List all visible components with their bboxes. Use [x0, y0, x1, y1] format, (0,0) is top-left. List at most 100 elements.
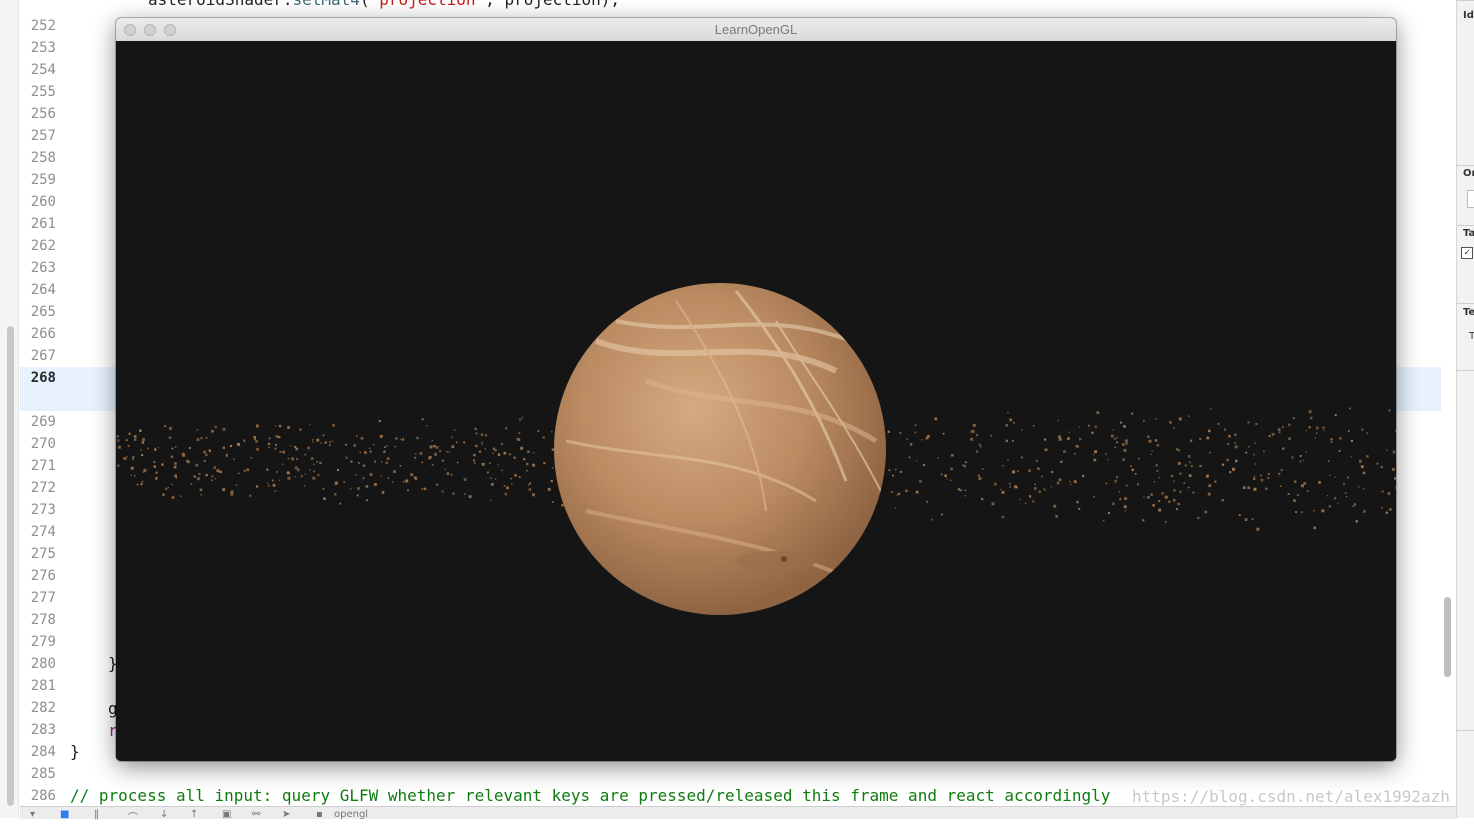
line-number-275[interactable]: 275 — [31, 543, 56, 565]
asteroid — [1350, 440, 1353, 443]
step-out-icon[interactable]: ↑ — [190, 809, 198, 820]
asteroid — [1189, 461, 1191, 464]
asteroid — [518, 432, 521, 434]
inspector-field[interactable] — [1467, 190, 1474, 208]
asteroid — [1070, 483, 1072, 486]
left-scrollbar-thumb[interactable] — [7, 326, 14, 806]
line-number-272[interactable]: 272 — [31, 477, 56, 499]
pause-icon[interactable]: ‖ — [94, 809, 99, 820]
line-number-271[interactable]: 271 — [31, 455, 56, 477]
scheme-icon: ▪ — [316, 809, 323, 820]
asteroid — [356, 435, 358, 437]
asteroid — [532, 463, 535, 467]
line-number-277[interactable]: 277 — [31, 587, 56, 609]
asteroid — [165, 487, 168, 490]
right-scrollbar-thumb[interactable] — [1444, 597, 1451, 677]
asteroid — [934, 417, 938, 421]
step-over-icon[interactable]: ⌒ — [128, 809, 138, 824]
window-titlebar[interactable]: LearnOpenGL — [116, 18, 1396, 42]
asteroid — [527, 450, 530, 453]
line-number-264[interactable]: 264 — [31, 279, 56, 301]
asteroid — [1155, 464, 1158, 467]
asteroid — [1394, 477, 1396, 480]
asteroid — [374, 483, 377, 486]
line-number-255[interactable]: 255 — [31, 81, 56, 103]
line-number-270[interactable]: 270 — [31, 433, 56, 455]
asteroid — [1235, 459, 1238, 463]
view-hierarchy-icon[interactable]: ▣ — [222, 809, 231, 820]
left-scrollbar-track[interactable] — [0, 0, 19, 818]
line-number-267[interactable]: 267 — [31, 345, 56, 367]
code-line-284[interactable]: } — [70, 741, 80, 763]
line-number-254[interactable]: 254 — [31, 59, 56, 81]
line-number-260[interactable]: 260 — [31, 191, 56, 213]
line-number-282[interactable]: 282 — [31, 697, 56, 719]
scheme-label[interactable]: opengl — [334, 809, 368, 820]
memory-graph-icon[interactable]: ⚯ — [252, 809, 260, 820]
line-number-262[interactable]: 262 — [31, 235, 56, 257]
asteroid — [441, 459, 444, 462]
line-number-257[interactable]: 257 — [31, 125, 56, 147]
line-number-261[interactable]: 261 — [31, 213, 56, 235]
line-number-285[interactable]: 285 — [31, 763, 56, 785]
line-number-258[interactable]: 258 — [31, 147, 56, 169]
asteroid — [1305, 430, 1307, 432]
asteroid — [141, 454, 144, 457]
asteroid — [1158, 508, 1162, 512]
line-number-278[interactable]: 278 — [31, 609, 56, 631]
simulate-location-icon[interactable]: ➤ — [282, 809, 290, 820]
line-number-279[interactable]: 279 — [31, 631, 56, 653]
line-number-284[interactable]: 284 — [31, 741, 56, 763]
code-line-251[interactable]: asteroidShader.setMat4("projection", pro… — [148, 0, 620, 9]
step-into-icon[interactable]: ↓ — [160, 809, 168, 820]
line-number-256[interactable]: 256 — [31, 103, 56, 125]
asteroid — [484, 448, 487, 450]
asteroid — [294, 476, 296, 478]
breakpoints-toggle-icon[interactable]: ■ — [60, 809, 69, 820]
asteroid — [475, 432, 478, 435]
line-number-266[interactable]: 266 — [31, 323, 56, 345]
line-number-276[interactable]: 276 — [31, 565, 56, 587]
asteroid — [937, 457, 939, 459]
debug-toolbar: ▾ ■ ‖ ⌒ ↓ ↑ ▣ ⚯ ➤ ▪ opengl — [20, 806, 1456, 824]
asteroid — [386, 445, 388, 447]
asteroid — [322, 487, 325, 490]
inspector-label-text-settings: Te — [1463, 307, 1474, 318]
line-number-283[interactable]: 283 — [31, 719, 56, 741]
asteroid — [551, 448, 555, 451]
hide-debug-area-icon[interactable]: ▾ — [30, 809, 35, 820]
line-number-281[interactable]: 281 — [31, 675, 56, 697]
asteroid — [278, 436, 281, 439]
asteroid — [1395, 486, 1396, 489]
asteroid — [372, 444, 375, 446]
asteroid — [205, 453, 208, 457]
line-number-286[interactable]: 286 — [31, 785, 56, 807]
asteroid — [915, 490, 919, 494]
asteroid — [1295, 511, 1297, 513]
asteroid — [1131, 468, 1134, 472]
line-number-269[interactable]: 269 — [31, 411, 56, 433]
inspector-label-on-demand: Or — [1463, 168, 1474, 179]
asteroid — [157, 446, 159, 449]
asteroid — [1078, 426, 1081, 428]
asteroid — [407, 489, 409, 492]
opengl-window[interactable]: LearnOpenGL — [116, 18, 1396, 761]
line-number-280[interactable]: 280 — [31, 653, 56, 675]
line-number-259[interactable]: 259 — [31, 169, 56, 191]
line-number-252[interactable]: 252 — [31, 15, 56, 37]
asteroid — [266, 468, 269, 471]
line-number-253[interactable]: 253 — [31, 37, 56, 59]
asteroid — [141, 480, 144, 483]
asteroid — [451, 436, 453, 438]
line-number-263[interactable]: 263 — [31, 257, 56, 279]
asteroid — [1106, 458, 1109, 461]
asteroid — [193, 475, 196, 478]
line-number-265[interactable]: 265 — [31, 301, 56, 323]
line-number-273[interactable]: 273 — [31, 499, 56, 521]
asteroid — [894, 507, 897, 509]
line-number-274[interactable]: 274 — [31, 521, 56, 543]
target-membership-checkbox[interactable]: ✓ — [1461, 247, 1473, 259]
asteroid — [526, 469, 528, 472]
code-line-286-comment[interactable]: // process all input: query GLFW whether… — [70, 785, 1110, 807]
line-number-268[interactable]: 268 — [31, 367, 56, 389]
